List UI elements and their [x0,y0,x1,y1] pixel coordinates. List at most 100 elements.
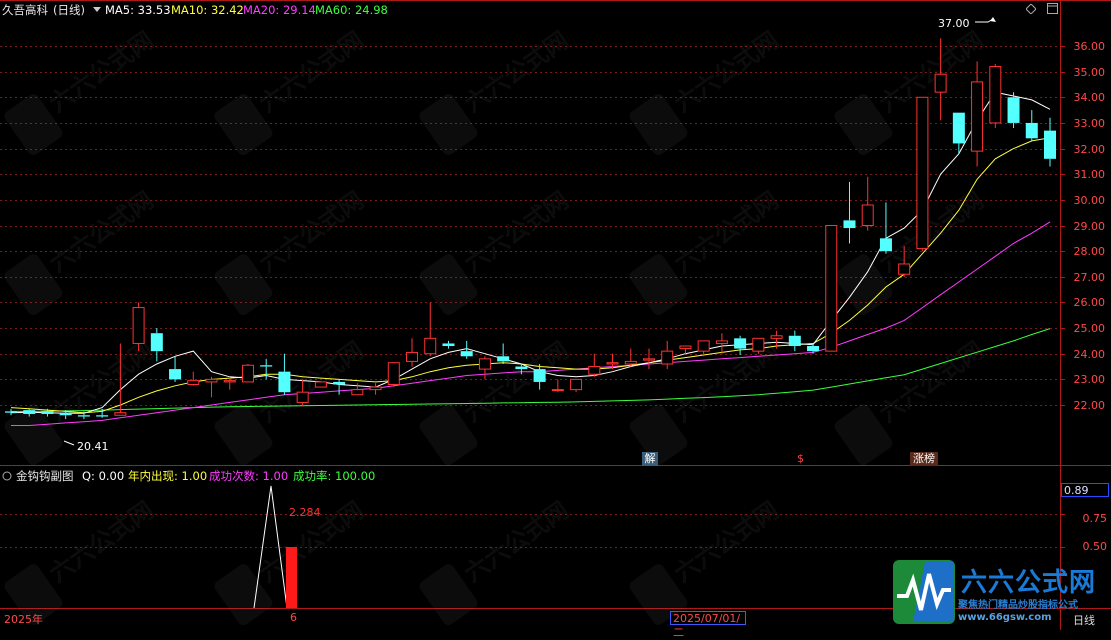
candle-body [5,411,17,413]
candle [278,353,291,395]
q-value: Q: 0.00 [82,469,125,483]
candle [661,340,674,370]
price-axis-label: 32.00 [1073,142,1106,156]
sub-axis-label: 0.75 [1082,512,1108,525]
cursor-date: 2025/07/01/二 [670,611,746,639]
jie-marker[interactable]: 解 [642,452,658,466]
high-arrowhead [990,17,996,22]
candle-body [752,337,765,352]
candle [406,338,419,367]
price-axis-label: 28.00 [1073,244,1106,258]
watermark-text: 六六公式网 [874,186,988,278]
watermark: 六六公式网 [214,336,369,466]
candle-body [551,389,564,392]
watermark-text: 六六公式网 [459,496,573,588]
logo-brand: 六六公式网 [961,568,1097,598]
zhangbang-marker[interactable]: 涨榜 [910,452,938,466]
watermark: 六六公式网 [629,26,784,156]
sub-axis-label: 0.50 [1082,540,1108,553]
year-label: 2025年 [4,613,43,626]
candle-body [715,340,728,344]
candle-body [697,340,710,352]
price-axis-label: 34.00 [1073,90,1106,104]
candle [1025,110,1038,141]
price-axis-label: 33.00 [1073,116,1106,130]
watermark-text: 六六公式网 [459,186,573,278]
candle [369,383,382,395]
watermark-text: 六六公式网 [459,26,573,118]
candle-body [150,333,163,352]
candle [424,302,437,357]
watermark-text: 六六公式网 [44,26,158,118]
candle-body [387,362,400,385]
candle-body [187,380,200,385]
candle-body [132,307,145,344]
sub-peak-label: 2.284 [289,506,321,519]
watermark: 六六公式网 [419,26,574,156]
site-logo: 六六公式网 聚焦热门精品炒股指标公式 www.66gsw.com [893,560,1109,626]
chart-canvas: 六六公式网 六六公式网 六六公式网 六六公式网 六六公式网六六公式网 六六公式网 六六公式网… [0,0,1111,630]
diamond-icon[interactable] [1026,4,1036,14]
watermark-text: 六六公式网 [669,336,783,428]
candle-body [314,381,327,388]
price-axis-label: 24.00 [1073,347,1106,361]
low-price-annotation: 20.41 [77,440,109,453]
watermark: 六六公式网 [214,26,369,156]
candle [825,225,838,352]
price-axis-label: 27.00 [1073,270,1106,284]
candle-body [825,225,838,352]
candle [971,61,984,167]
candle [788,330,801,352]
logo-url: www.66gsw.com [958,612,1052,623]
candle-body [679,345,692,350]
candle-body [570,378,583,391]
window-icon[interactable] [1047,3,1058,14]
candle-body [515,366,528,370]
logo-mark-icon [893,560,955,624]
candle [624,348,637,367]
candle-body [205,378,218,383]
ma5-label: MA5: 33.53 [105,3,171,17]
candle-body [879,238,892,252]
candle-body [77,415,90,417]
candle-body [241,364,254,383]
candle-body [442,343,455,347]
low-arrow [63,440,75,446]
indicator-name: 金钩钩副图 [16,469,74,483]
candle [314,381,327,388]
candle [879,202,892,254]
circle-icon[interactable] [2,471,12,481]
watermarks: 六六公式网 六六公式网 六六公式网 六六公式网 六六公式网六六公式网 六六公式网 六六公式网… [4,26,989,626]
success-count-value: 成功次数: 1.00 [209,469,289,483]
candle [205,376,218,398]
candle [588,353,601,377]
candle-body [114,412,127,416]
triangle-down-icon[interactable] [92,4,102,14]
watermark-text: 六六公式网 [44,186,158,278]
month-label: 6 [290,611,297,624]
candle-body [661,350,674,365]
candle-body [296,391,309,403]
period-tag: (日线) [53,3,85,17]
dollar-marker[interactable]: $ [797,452,804,465]
watermark: 六六公式网 [629,336,784,466]
candle-body [934,73,947,93]
success-rate-value: 成功率: 100.00 [293,469,376,483]
candle-body [606,362,619,365]
watermark: 六六公式网 [834,336,989,466]
candle-body [406,351,419,362]
high-price-annotation: 37.00 [938,17,970,30]
watermark-text: 六六公式网 [254,26,368,118]
candle [169,356,182,382]
candle-body [770,335,783,339]
candle [442,340,455,349]
watermark-text: 六六公式网 [254,186,368,278]
ma10-label: MA10: 32.42 [171,3,244,17]
candle-body [1044,130,1056,159]
nian-nei-value: 年内出现: 1.00 [128,469,208,483]
ma60-label: MA60: 24.98 [315,3,388,17]
candle [989,63,1002,129]
price-axis-label: 36.00 [1073,39,1106,53]
watermark: 六六公式网 [4,26,159,156]
grid-lines [0,0,1111,630]
